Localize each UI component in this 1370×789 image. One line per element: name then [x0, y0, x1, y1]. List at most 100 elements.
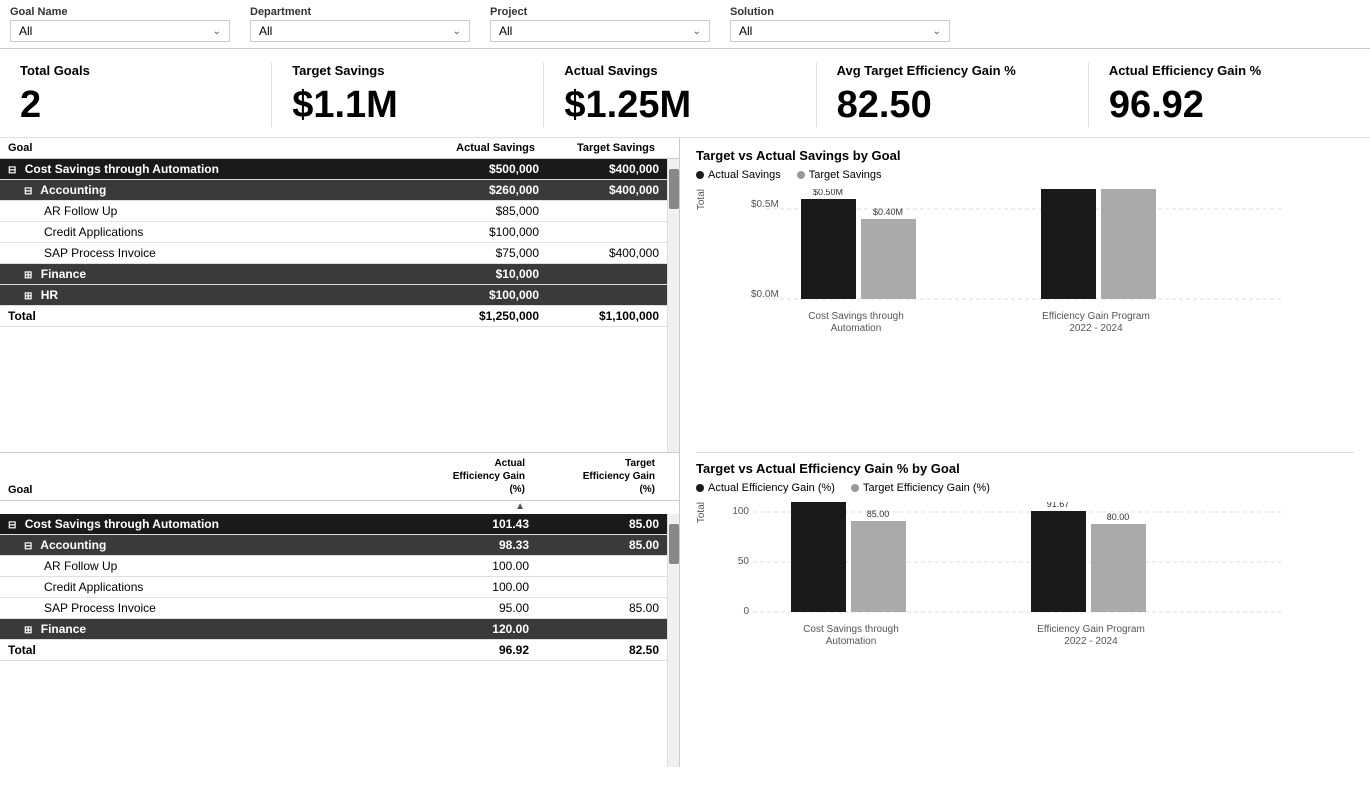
savings-scrollbar[interactable]	[667, 159, 679, 452]
filter-bar: Goal Name All ⌄ Department All ⌄ Project…	[0, 0, 1370, 49]
td-goal: ⊞ HR	[8, 288, 419, 302]
th-actual-savings: Actual Savings	[415, 142, 535, 154]
th-target-savings: Target Savings	[535, 142, 655, 154]
chart1-bar-target-2	[1101, 189, 1156, 299]
table-row[interactable]: AR Follow Up 100.00	[0, 556, 667, 577]
table-row[interactable]: Total 96.92 82.50	[0, 640, 667, 661]
table-row[interactable]: ⊞ Finance $10,000	[0, 264, 667, 285]
td-target-efficiency: 85.00	[529, 517, 659, 531]
table-row[interactable]: ⊞ Finance 120.00	[0, 619, 667, 640]
expand-icon[interactable]: ⊟	[8, 520, 16, 531]
chart1-section: Target vs Actual Savings by Goal Actual …	[696, 148, 1354, 444]
kpi-target-savings: Target Savings $1.1M	[272, 63, 544, 127]
filter-project: Project All ⌄	[490, 6, 710, 42]
chart2-legend-actual-label: Actual Efficiency Gain (%)	[708, 482, 835, 494]
kpi-actual-efficiency-label: Actual Efficiency Gain %	[1109, 63, 1261, 78]
table-row[interactable]: ⊟ Cost Savings through Automation 101.43…	[0, 514, 667, 535]
td-goal: AR Follow Up	[8, 204, 419, 218]
filter-department-select[interactable]: All ⌄	[250, 20, 470, 42]
chart1-svg: $0.5M $0.0M $0.50M $0.40M $0.75M	[711, 189, 1291, 384]
savings-scroll-thumb[interactable]	[669, 169, 679, 209]
goal-label: Cost Savings through Automation	[25, 517, 219, 531]
chart2-bar-target-1	[851, 521, 906, 612]
td-goal: Credit Applications	[8, 225, 419, 239]
filter-goal-name-select[interactable]: All ⌄	[10, 20, 230, 42]
filter-solution-value: All	[739, 24, 752, 38]
efficiency-table-body[interactable]: ⊟ Cost Savings through Automation 101.43…	[0, 514, 667, 767]
table-row[interactable]: SAP Process Invoice 95.00 85.00	[0, 598, 667, 619]
table-row[interactable]: Credit Applications 100.00	[0, 577, 667, 598]
filter-project-select[interactable]: All ⌄	[490, 20, 710, 42]
kpi-target-savings-label: Target Savings	[292, 63, 384, 78]
filter-solution-select[interactable]: All ⌄	[730, 20, 950, 42]
goal-label: Accounting	[40, 538, 106, 552]
chart1-bar-actual-1	[801, 199, 856, 299]
svg-text:Automation: Automation	[826, 636, 877, 647]
chart1-y-label: Total	[696, 189, 707, 210]
chart1-bar-target-1	[861, 219, 916, 299]
td-actual: $85,000	[419, 204, 539, 218]
chart2-bar-actual-2	[1031, 511, 1086, 612]
td-goal: ⊟ Cost Savings through Automation	[8, 162, 419, 176]
td-actual-efficiency: 96.92	[399, 643, 529, 657]
td-goal: AR Follow Up	[8, 559, 399, 573]
td-goal: SAP Process Invoice	[8, 246, 419, 260]
kpi-total-goals-value: 2	[20, 84, 41, 127]
efficiency-table-header: Goal ActualEfficiency Gain(%) TargetEffi…	[0, 453, 679, 501]
td-actual-efficiency: 101.43	[399, 517, 529, 531]
chart-divider	[696, 452, 1354, 453]
td-actual: $100,000	[419, 225, 539, 239]
legend-target-dot-2	[851, 484, 859, 492]
goal-label: Cost Savings through Automation	[25, 162, 219, 176]
filter-goal-name: Goal Name All ⌄	[10, 6, 230, 42]
chart2-svg: 100 50 0 101.43 85.00 91.67	[711, 502, 1291, 702]
expand-icon[interactable]: ⊟	[24, 541, 32, 552]
savings-table-header: Goal Actual Savings Target Savings	[0, 138, 679, 159]
table-row[interactable]: Credit Applications $100,000	[0, 222, 667, 243]
efficiency-scroll-thumb[interactable]	[669, 524, 679, 564]
goal-label: SAP Process Invoice	[44, 246, 156, 260]
table-row[interactable]: AR Follow Up $85,000	[0, 201, 667, 222]
expand-icon[interactable]: ⊞	[24, 625, 32, 636]
efficiency-scrollbar[interactable]	[667, 514, 679, 767]
kpi-actual-savings-label: Actual Savings	[564, 63, 657, 78]
td-actual: $500,000	[419, 162, 539, 176]
filter-solution: Solution All ⌄	[730, 6, 950, 42]
expand-icon[interactable]: ⊞	[24, 291, 32, 302]
svg-text:Efficiency Gain Program: Efficiency Gain Program	[1042, 311, 1150, 322]
kpi-target-savings-value: $1.1M	[292, 84, 398, 127]
kpi-total-goals: Total Goals 2	[10, 63, 272, 127]
th-target-efficiency: TargetEfficiency Gain(%)	[525, 457, 655, 496]
kpi-actual-savings: Actual Savings $1.25M	[544, 63, 816, 127]
table-row[interactable]: ⊞ HR $100,000	[0, 285, 667, 306]
expand-icon[interactable]: ⊟	[8, 165, 16, 176]
expand-icon[interactable]: ⊟	[24, 186, 32, 197]
legend-target-dot	[797, 171, 805, 179]
svg-text:$0.50M: $0.50M	[813, 189, 843, 197]
svg-text:2022 - 2024: 2022 - 2024	[1069, 323, 1123, 334]
td-goal: ⊟ Accounting	[8, 183, 419, 197]
savings-table-body[interactable]: ⊟ Cost Savings through Automation $500,0…	[0, 159, 667, 452]
kpi-avg-target-efficiency-label: Avg Target Efficiency Gain %	[837, 63, 1016, 78]
kpi-total-goals-label: Total Goals	[20, 63, 90, 78]
table-row[interactable]: ⊟ Accounting $260,000 $400,000	[0, 180, 667, 201]
chart1-legend-actual: Actual Savings	[696, 169, 781, 181]
kpi-avg-target-efficiency-value: 82.50	[837, 84, 932, 127]
td-actual-efficiency: 95.00	[399, 601, 529, 615]
td-goal: ⊞ Finance	[8, 267, 419, 281]
table-row[interactable]: ⊟ Accounting 98.33 85.00	[0, 535, 667, 556]
svg-text:50: 50	[738, 556, 750, 567]
expand-icon[interactable]: ⊞	[24, 270, 32, 281]
th-scroll-1	[655, 142, 671, 154]
table-row[interactable]: SAP Process Invoice $75,000 $400,000	[0, 243, 667, 264]
savings-table-section: Goal Actual Savings Target Savings ⊟ Cos…	[0, 138, 679, 453]
svg-text:$0.40M: $0.40M	[873, 207, 903, 217]
chevron-down-icon: ⌄	[933, 26, 941, 37]
svg-text:Automation: Automation	[831, 323, 882, 334]
table-row[interactable]: Total $1,250,000 $1,100,000	[0, 306, 667, 327]
table-row[interactable]: ⊟ Cost Savings through Automation $500,0…	[0, 159, 667, 180]
kpi-actual-savings-value: $1.25M	[564, 84, 691, 127]
td-goal: ⊞ Finance	[8, 622, 399, 636]
filter-goal-name-value: All	[19, 24, 32, 38]
td-actual: $75,000	[419, 246, 539, 260]
